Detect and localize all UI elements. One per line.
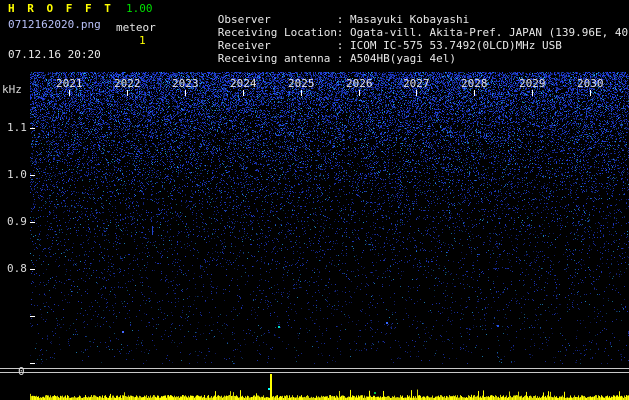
spectrogram-canvas: [30, 72, 629, 368]
info-label: Receiving antenna: [217, 52, 331, 65]
info-label: Receiving Location: [217, 26, 337, 39]
app-title: H R O F F T: [8, 2, 114, 15]
app-version: 1.00: [126, 2, 153, 15]
time-label-2027: 2027: [403, 77, 430, 90]
filename: 0712162020.png: [8, 18, 101, 31]
level-axis-zero: 0: [18, 365, 25, 378]
freq-axis-unit: kHz: [2, 83, 22, 96]
hrofft-window: H R O F F T 1.00 0712162020.png meteor 1…: [0, 0, 629, 400]
info-value: ICOM IC-575 53.7492(0LCD)MHz USB: [350, 39, 562, 52]
time-label-2022: 2022: [114, 77, 141, 90]
info-label: Receiver: [217, 39, 271, 52]
info-row-observer: Observer: Masayuki Kobayashi: [178, 3, 629, 25]
station-info: Observer: Masayuki Kobayashi Receiving L…: [178, 3, 629, 64]
time-label-2025: 2025: [288, 77, 315, 90]
freq-label-1-1: 1.1: [7, 121, 27, 134]
time-label-2030: 2030: [577, 77, 604, 90]
mode-label: meteor: [116, 21, 156, 34]
freq-label-0-9: 0.9: [7, 215, 27, 228]
info-separator: :: [336, 13, 350, 26]
time-label-2028: 2028: [461, 77, 488, 90]
level-strip-canvas: [0, 364, 629, 400]
time-label-2021: 2021: [56, 77, 83, 90]
info-value: A504HB(yagi 4el): [350, 52, 456, 65]
info-value: Masayuki Kobayashi: [350, 13, 470, 26]
echo-count: 1: [139, 34, 146, 47]
info-label: Observer: [217, 13, 271, 26]
info-separator: :: [336, 26, 350, 39]
info-separator: :: [336, 52, 350, 65]
info-separator: :: [336, 39, 350, 52]
info-value: Ogata-vill. Akita-Pref. JAPAN (139.96E, …: [350, 26, 629, 39]
freq-label-1-0: 1.0: [7, 168, 27, 181]
freq-label-0-8: 0.8: [7, 262, 27, 275]
time-label-2026: 2026: [346, 77, 373, 90]
time-label-2029: 2029: [519, 77, 546, 90]
time-label-2023: 2023: [172, 77, 199, 90]
time-label-2024: 2024: [230, 77, 257, 90]
datetime: 07.12.16 20:20: [8, 48, 101, 61]
